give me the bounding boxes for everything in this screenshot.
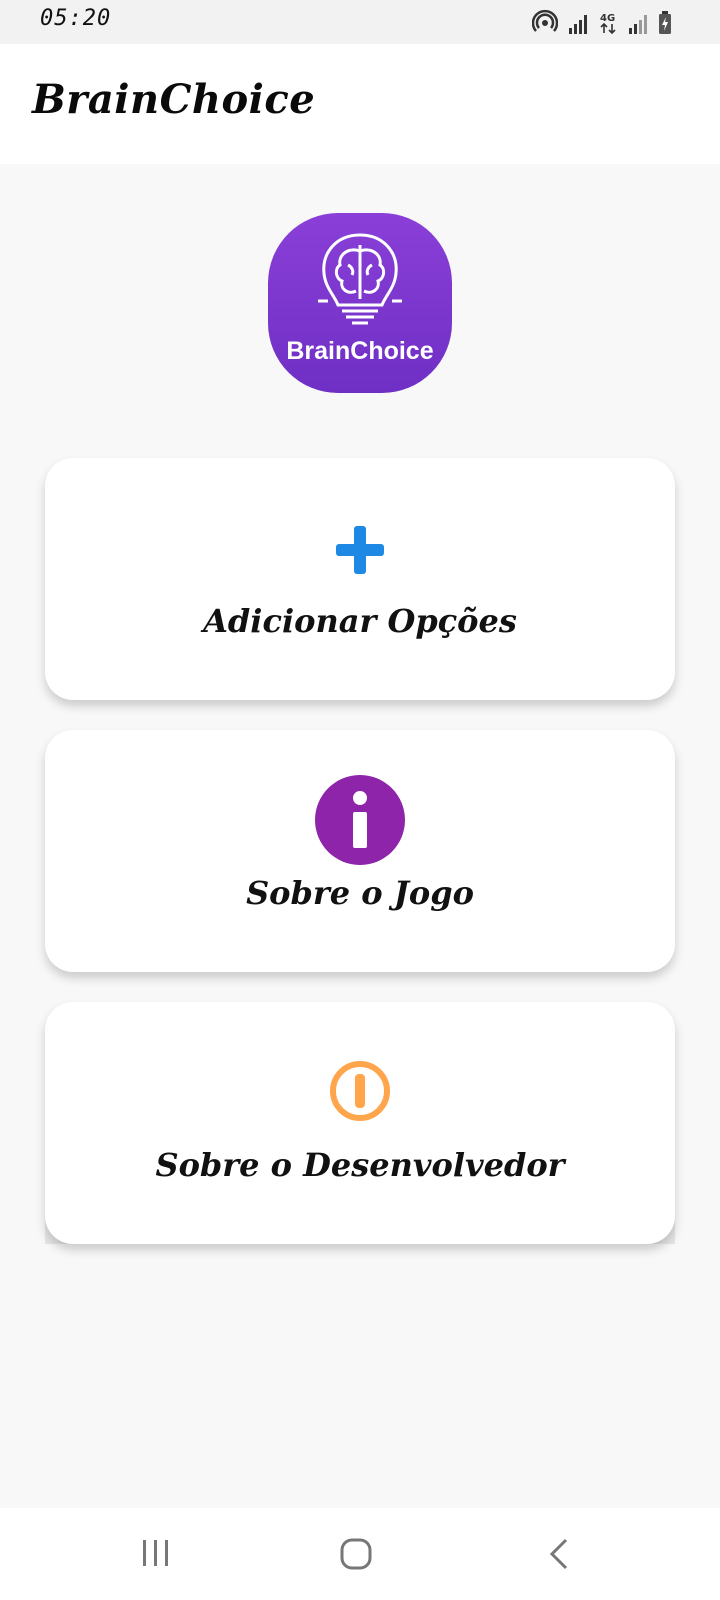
add-options-label: Adicionar Opções [203,602,517,640]
info-icon [315,775,405,865]
signal-icon [569,15,587,34]
home-icon[interactable] [340,1538,372,1570]
app-bar: BrainChoice [0,44,720,164]
plus-icon [336,526,384,574]
navigation-bar [0,1508,720,1600]
logo-text: BrainChoice [286,337,433,365]
about-game-label: Sobre o Jogo [246,874,474,912]
status-time: 05:20 [40,6,112,31]
status-bar: 05:20 4G [0,0,720,44]
signal-icon-2 [629,15,647,34]
battery-charging-icon [659,11,671,34]
app-title: BrainChoice [32,76,316,123]
back-icon[interactable] [548,1538,570,1570]
hotspot-icon [532,9,558,32]
app-logo: BrainChoice [268,213,452,393]
status-icons: 4G [532,9,672,35]
network-4g-icon: 4G [600,13,616,35]
add-options-card[interactable]: Adicionar Opções [45,458,675,700]
alert-circle-icon [330,1061,390,1121]
about-developer-card[interactable]: Sobre o Desenvolvedor [45,1002,675,1244]
about-game-card[interactable]: Sobre o Jogo [45,730,675,972]
recent-apps-icon[interactable] [141,1538,171,1568]
svg-text:4G: 4G [600,13,615,24]
about-developer-label: Sobre o Desenvolvedor [155,1146,565,1184]
